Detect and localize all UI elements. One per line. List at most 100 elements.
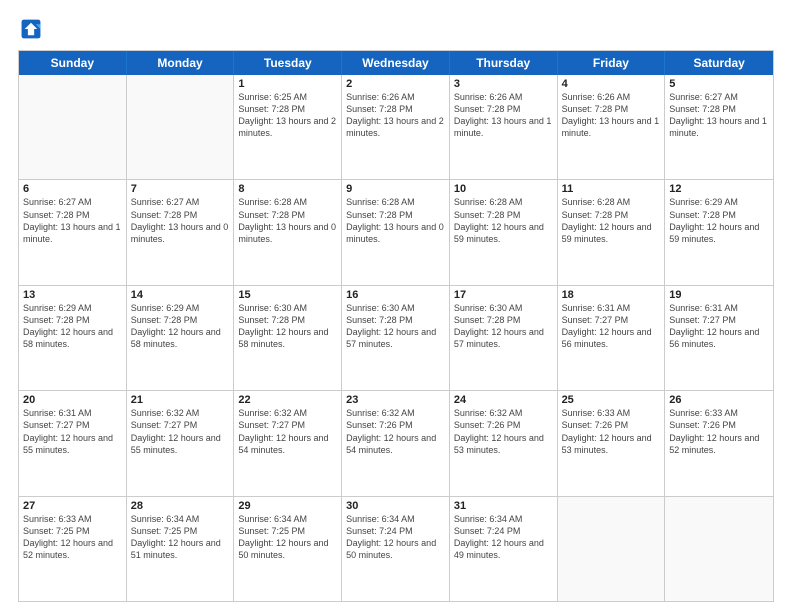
calendar-week-1: 1Sunrise: 6:25 AM Sunset: 7:28 PM Daylig… bbox=[19, 75, 773, 179]
day-info: Sunrise: 6:28 AM Sunset: 7:28 PM Dayligh… bbox=[346, 196, 445, 245]
day-info: Sunrise: 6:32 AM Sunset: 7:26 PM Dayligh… bbox=[454, 407, 553, 456]
day-number: 14 bbox=[131, 289, 230, 301]
day-info: Sunrise: 6:31 AM Sunset: 7:27 PM Dayligh… bbox=[562, 302, 661, 351]
day-number: 15 bbox=[238, 289, 337, 301]
day-cell-31: 31Sunrise: 6:34 AM Sunset: 7:24 PM Dayli… bbox=[450, 497, 558, 601]
header-day-monday: Monday bbox=[127, 51, 235, 75]
day-number: 17 bbox=[454, 289, 553, 301]
day-number: 7 bbox=[131, 183, 230, 195]
day-cell-4: 4Sunrise: 6:26 AM Sunset: 7:28 PM Daylig… bbox=[558, 75, 666, 179]
empty-cell bbox=[665, 497, 773, 601]
day-info: Sunrise: 6:32 AM Sunset: 7:27 PM Dayligh… bbox=[238, 407, 337, 456]
day-cell-23: 23Sunrise: 6:32 AM Sunset: 7:26 PM Dayli… bbox=[342, 391, 450, 495]
day-info: Sunrise: 6:33 AM Sunset: 7:26 PM Dayligh… bbox=[562, 407, 661, 456]
day-cell-17: 17Sunrise: 6:30 AM Sunset: 7:28 PM Dayli… bbox=[450, 286, 558, 390]
day-number: 8 bbox=[238, 183, 337, 195]
day-number: 31 bbox=[454, 500, 553, 512]
day-cell-11: 11Sunrise: 6:28 AM Sunset: 7:28 PM Dayli… bbox=[558, 180, 666, 284]
day-cell-16: 16Sunrise: 6:30 AM Sunset: 7:28 PM Dayli… bbox=[342, 286, 450, 390]
day-number: 1 bbox=[238, 78, 337, 90]
day-info: Sunrise: 6:27 AM Sunset: 7:28 PM Dayligh… bbox=[669, 91, 769, 140]
day-cell-7: 7Sunrise: 6:27 AM Sunset: 7:28 PM Daylig… bbox=[127, 180, 235, 284]
day-info: Sunrise: 6:27 AM Sunset: 7:28 PM Dayligh… bbox=[131, 196, 230, 245]
day-number: 10 bbox=[454, 183, 553, 195]
day-info: Sunrise: 6:29 AM Sunset: 7:28 PM Dayligh… bbox=[669, 196, 769, 245]
day-number: 2 bbox=[346, 78, 445, 90]
empty-cell bbox=[558, 497, 666, 601]
day-number: 20 bbox=[23, 394, 122, 406]
day-number: 9 bbox=[346, 183, 445, 195]
day-number: 24 bbox=[454, 394, 553, 406]
day-cell-26: 26Sunrise: 6:33 AM Sunset: 7:26 PM Dayli… bbox=[665, 391, 773, 495]
logo-icon bbox=[20, 18, 42, 40]
day-info: Sunrise: 6:33 AM Sunset: 7:26 PM Dayligh… bbox=[669, 407, 769, 456]
day-number: 28 bbox=[131, 500, 230, 512]
empty-cell bbox=[127, 75, 235, 179]
day-info: Sunrise: 6:33 AM Sunset: 7:25 PM Dayligh… bbox=[23, 513, 122, 562]
day-info: Sunrise: 6:32 AM Sunset: 7:26 PM Dayligh… bbox=[346, 407, 445, 456]
day-cell-10: 10Sunrise: 6:28 AM Sunset: 7:28 PM Dayli… bbox=[450, 180, 558, 284]
day-info: Sunrise: 6:26 AM Sunset: 7:28 PM Dayligh… bbox=[562, 91, 661, 140]
day-number: 4 bbox=[562, 78, 661, 90]
day-info: Sunrise: 6:30 AM Sunset: 7:28 PM Dayligh… bbox=[454, 302, 553, 351]
header-day-thursday: Thursday bbox=[450, 51, 558, 75]
calendar: SundayMondayTuesdayWednesdayThursdayFrid… bbox=[18, 50, 774, 602]
day-cell-13: 13Sunrise: 6:29 AM Sunset: 7:28 PM Dayli… bbox=[19, 286, 127, 390]
day-cell-24: 24Sunrise: 6:32 AM Sunset: 7:26 PM Dayli… bbox=[450, 391, 558, 495]
day-number: 25 bbox=[562, 394, 661, 406]
calendar-week-3: 13Sunrise: 6:29 AM Sunset: 7:28 PM Dayli… bbox=[19, 285, 773, 390]
day-info: Sunrise: 6:30 AM Sunset: 7:28 PM Dayligh… bbox=[346, 302, 445, 351]
day-number: 3 bbox=[454, 78, 553, 90]
day-cell-21: 21Sunrise: 6:32 AM Sunset: 7:27 PM Dayli… bbox=[127, 391, 235, 495]
day-info: Sunrise: 6:32 AM Sunset: 7:27 PM Dayligh… bbox=[131, 407, 230, 456]
day-number: 21 bbox=[131, 394, 230, 406]
day-cell-8: 8Sunrise: 6:28 AM Sunset: 7:28 PM Daylig… bbox=[234, 180, 342, 284]
day-number: 27 bbox=[23, 500, 122, 512]
header-day-friday: Friday bbox=[558, 51, 666, 75]
day-cell-25: 25Sunrise: 6:33 AM Sunset: 7:26 PM Dayli… bbox=[558, 391, 666, 495]
day-number: 11 bbox=[562, 183, 661, 195]
day-info: Sunrise: 6:28 AM Sunset: 7:28 PM Dayligh… bbox=[454, 196, 553, 245]
day-cell-12: 12Sunrise: 6:29 AM Sunset: 7:28 PM Dayli… bbox=[665, 180, 773, 284]
day-number: 19 bbox=[669, 289, 769, 301]
day-cell-27: 27Sunrise: 6:33 AM Sunset: 7:25 PM Dayli… bbox=[19, 497, 127, 601]
day-cell-1: 1Sunrise: 6:25 AM Sunset: 7:28 PM Daylig… bbox=[234, 75, 342, 179]
day-info: Sunrise: 6:31 AM Sunset: 7:27 PM Dayligh… bbox=[23, 407, 122, 456]
day-cell-28: 28Sunrise: 6:34 AM Sunset: 7:25 PM Dayli… bbox=[127, 497, 235, 601]
calendar-body: 1Sunrise: 6:25 AM Sunset: 7:28 PM Daylig… bbox=[19, 75, 773, 601]
day-cell-14: 14Sunrise: 6:29 AM Sunset: 7:28 PM Dayli… bbox=[127, 286, 235, 390]
calendar-week-4: 20Sunrise: 6:31 AM Sunset: 7:27 PM Dayli… bbox=[19, 390, 773, 495]
day-number: 30 bbox=[346, 500, 445, 512]
day-info: Sunrise: 6:27 AM Sunset: 7:28 PM Dayligh… bbox=[23, 196, 122, 245]
day-info: Sunrise: 6:25 AM Sunset: 7:28 PM Dayligh… bbox=[238, 91, 337, 140]
header-day-wednesday: Wednesday bbox=[342, 51, 450, 75]
header-day-sunday: Sunday bbox=[19, 51, 127, 75]
calendar-week-5: 27Sunrise: 6:33 AM Sunset: 7:25 PM Dayli… bbox=[19, 496, 773, 601]
day-info: Sunrise: 6:34 AM Sunset: 7:25 PM Dayligh… bbox=[131, 513, 230, 562]
day-cell-20: 20Sunrise: 6:31 AM Sunset: 7:27 PM Dayli… bbox=[19, 391, 127, 495]
day-info: Sunrise: 6:34 AM Sunset: 7:24 PM Dayligh… bbox=[454, 513, 553, 562]
day-cell-19: 19Sunrise: 6:31 AM Sunset: 7:27 PM Dayli… bbox=[665, 286, 773, 390]
header-day-saturday: Saturday bbox=[665, 51, 773, 75]
day-number: 26 bbox=[669, 394, 769, 406]
day-info: Sunrise: 6:29 AM Sunset: 7:28 PM Dayligh… bbox=[23, 302, 122, 351]
day-cell-5: 5Sunrise: 6:27 AM Sunset: 7:28 PM Daylig… bbox=[665, 75, 773, 179]
logo bbox=[18, 18, 44, 40]
page-header bbox=[18, 18, 774, 40]
day-cell-9: 9Sunrise: 6:28 AM Sunset: 7:28 PM Daylig… bbox=[342, 180, 450, 284]
day-info: Sunrise: 6:28 AM Sunset: 7:28 PM Dayligh… bbox=[562, 196, 661, 245]
day-cell-6: 6Sunrise: 6:27 AM Sunset: 7:28 PM Daylig… bbox=[19, 180, 127, 284]
day-cell-29: 29Sunrise: 6:34 AM Sunset: 7:25 PM Dayli… bbox=[234, 497, 342, 601]
day-cell-15: 15Sunrise: 6:30 AM Sunset: 7:28 PM Dayli… bbox=[234, 286, 342, 390]
day-cell-18: 18Sunrise: 6:31 AM Sunset: 7:27 PM Dayli… bbox=[558, 286, 666, 390]
day-cell-3: 3Sunrise: 6:26 AM Sunset: 7:28 PM Daylig… bbox=[450, 75, 558, 179]
header-day-tuesday: Tuesday bbox=[234, 51, 342, 75]
day-info: Sunrise: 6:34 AM Sunset: 7:24 PM Dayligh… bbox=[346, 513, 445, 562]
day-info: Sunrise: 6:31 AM Sunset: 7:27 PM Dayligh… bbox=[669, 302, 769, 351]
day-info: Sunrise: 6:28 AM Sunset: 7:28 PM Dayligh… bbox=[238, 196, 337, 245]
empty-cell bbox=[19, 75, 127, 179]
day-number: 23 bbox=[346, 394, 445, 406]
day-cell-30: 30Sunrise: 6:34 AM Sunset: 7:24 PM Dayli… bbox=[342, 497, 450, 601]
day-info: Sunrise: 6:34 AM Sunset: 7:25 PM Dayligh… bbox=[238, 513, 337, 562]
day-number: 29 bbox=[238, 500, 337, 512]
